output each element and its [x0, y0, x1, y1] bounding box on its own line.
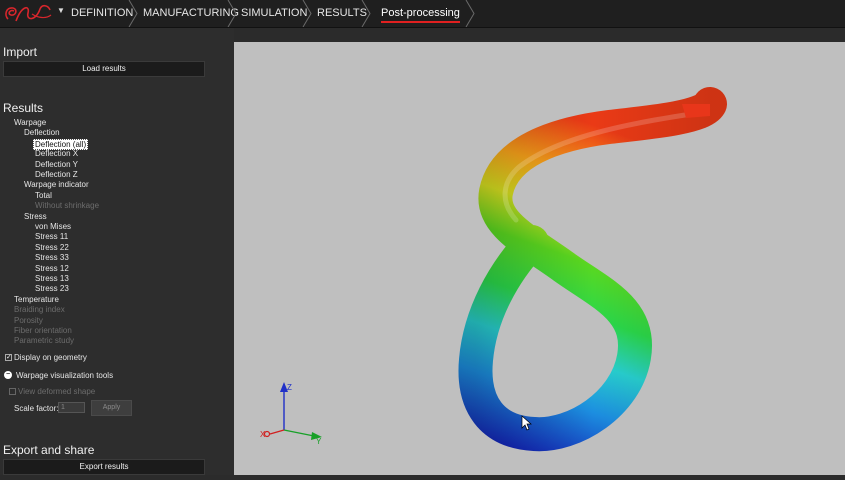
chevron-right-icon: [227, 0, 237, 27]
breadcrumb-definition[interactable]: DEFINITION: [71, 0, 133, 27]
tree-item-deflection-y[interactable]: Deflection Y: [35, 160, 78, 169]
tree-item-warpage-indicator[interactable]: Warpage indicator: [24, 180, 89, 189]
tree-item-deflection-all[interactable]: Deflection (all): [33, 138, 89, 150]
tree-item-stress-22[interactable]: Stress 22: [35, 243, 69, 252]
tree-item-total[interactable]: Total: [35, 191, 52, 200]
export-section-title: Export and share: [3, 443, 95, 457]
3d-viewport[interactable]: Z Y X: [234, 42, 845, 475]
tree-item-stress-11[interactable]: Stress 11: [35, 232, 68, 241]
tree-item-stress-12[interactable]: Stress 12: [35, 264, 69, 273]
tree-item-warpage[interactable]: Warpage: [14, 118, 46, 127]
import-section-title: Import: [3, 45, 38, 59]
tree-item-stress-33[interactable]: Stress 33: [35, 253, 69, 262]
breadcrumb-results[interactable]: RESULTS: [317, 0, 367, 27]
results-section-title: Results: [3, 101, 44, 115]
viewport-top-strip: [234, 28, 845, 42]
axis-triad-icon: Z Y X: [260, 382, 322, 446]
svg-text:Y: Y: [316, 437, 322, 446]
breadcrumb-manufacturing[interactable]: MANUFACTURING: [143, 0, 239, 27]
breadcrumb-simulation[interactable]: SIMULATION: [241, 0, 307, 27]
svg-text:X: X: [260, 430, 266, 439]
tree-item-stress-13[interactable]: Stress 13: [35, 274, 69, 283]
breadcrumb-post-processing[interactable]: Post-processing: [381, 0, 460, 27]
tree-item-without-shrinkage: Without shrinkage: [35, 201, 100, 211]
chevron-right-icon: [302, 0, 312, 27]
view-deformed-shape-label: View deformed shape: [18, 387, 96, 396]
scale-factor-label: Scale factor:: [14, 404, 59, 413]
tree-item-parametric-study: Parametric study: [14, 336, 75, 346]
tree-item-stress-23[interactable]: Stress 23: [35, 284, 69, 293]
tree-item-deflection-z[interactable]: Deflection Z: [35, 170, 78, 179]
scale-factor-input[interactable]: 1: [58, 402, 85, 413]
tree-item-temperature[interactable]: Temperature: [14, 295, 59, 304]
deflection-result-shape[interactable]: Z Y X: [234, 42, 845, 475]
chevron-right-icon: [128, 0, 138, 27]
load-results-button[interactable]: Load results: [3, 61, 205, 77]
chevron-right-icon: [361, 0, 371, 27]
tree-item-deflection[interactable]: Deflection: [24, 128, 60, 137]
warpage-visualization-tools-label[interactable]: Warpage visualization tools: [16, 371, 113, 380]
display-on-geometry-checkbox[interactable]: ✓: [5, 354, 12, 361]
app-logo[interactable]: [2, 1, 54, 26]
export-results-button[interactable]: Export results: [3, 459, 205, 475]
collapse-toggle-icon[interactable]: −: [4, 371, 12, 379]
post-processing-panel: Import Load results Results Warpage Defle…: [0, 28, 234, 475]
view-deformed-shape-checkbox[interactable]: [9, 388, 16, 395]
chevron-right-icon: [465, 0, 475, 27]
tree-item-porosity: Porosity: [14, 315, 43, 325]
tree-item-braiding-index: Braiding index: [14, 305, 65, 315]
tree-item-deflection-x[interactable]: Deflection X: [35, 149, 78, 158]
svg-text:Z: Z: [287, 383, 292, 392]
apply-button[interactable]: Apply: [91, 400, 132, 416]
tree-item-von-mises[interactable]: von Mises: [35, 222, 71, 231]
top-navigation-bar: ▼ DEFINITION MANUFACTURING SIMULATION RE…: [0, 0, 845, 28]
logo-menu-caret-icon[interactable]: ▼: [57, 6, 65, 15]
display-on-geometry-label[interactable]: Display on geometry: [14, 353, 87, 362]
tree-item-fiber-orientation: Fiber orientation: [14, 326, 72, 335]
tree-item-stress[interactable]: Stress: [24, 212, 47, 221]
